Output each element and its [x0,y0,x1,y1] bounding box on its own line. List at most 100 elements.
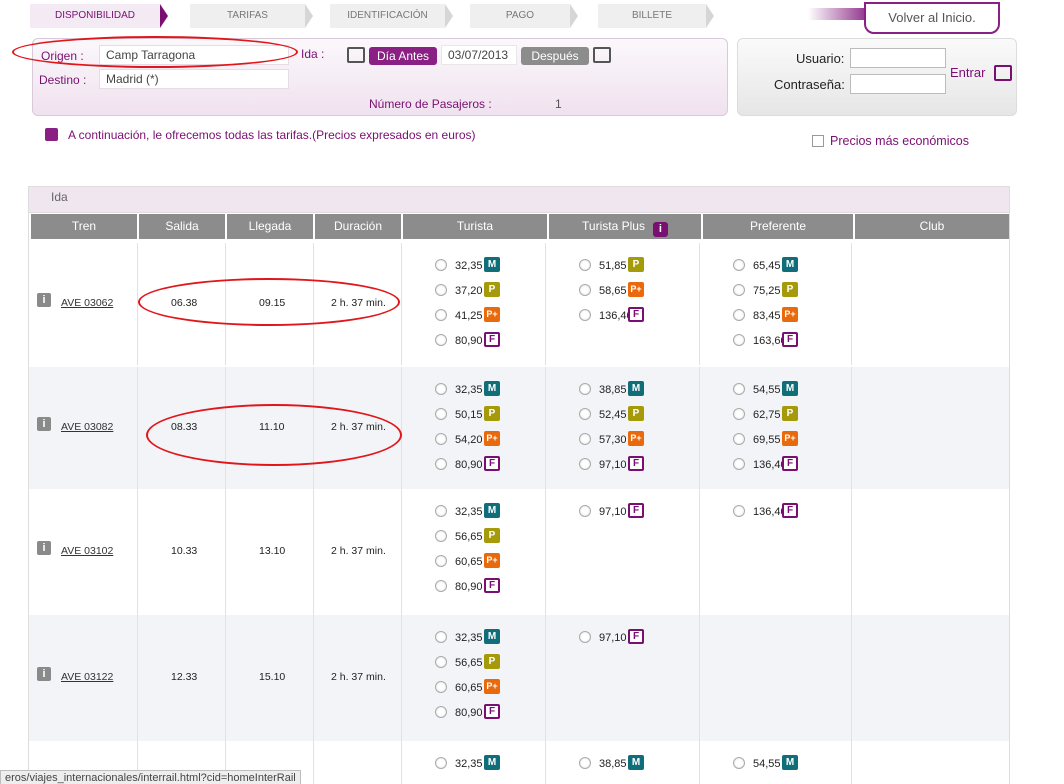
fare-option[interactable]: 83,45 P+ [733,307,798,327]
destino-field[interactable]: Madrid (*) [99,69,289,89]
fare-option[interactable]: 38,85 M [579,755,644,775]
fare-option[interactable]: 97,10 F [579,456,644,476]
fare-radio[interactable] [579,309,591,321]
fare-radio[interactable] [435,631,447,643]
train-info-icon[interactable]: i [37,667,51,681]
cheapest-option[interactable]: Precios más económicos [812,134,969,148]
fare-option[interactable]: 32,35 M [435,755,500,775]
password-input[interactable] [850,74,946,94]
fare-radio[interactable] [435,259,447,271]
info-icon[interactable]: i [652,222,668,237]
fare-radio[interactable] [733,284,745,296]
fare-option[interactable]: 58,65 P+ [579,282,644,302]
fare-radio[interactable] [435,505,447,517]
fare-option[interactable]: 57,30 P+ [579,431,644,451]
fare-radio[interactable] [733,408,745,420]
fare-option[interactable]: 32,35 M [435,381,500,401]
fare-radio[interactable] [435,433,447,445]
fare-option[interactable]: 75,25 P [733,282,798,302]
fare-option[interactable]: 136,40F [733,456,798,476]
fare-radio[interactable] [435,530,447,542]
next-day-button[interactable]: Después [521,47,589,65]
fare-option[interactable]: 50,15 P [435,406,500,426]
fare-radio[interactable] [579,631,591,643]
step-identificacion[interactable]: IDENTIFICACIÓN [330,4,453,28]
fare-radio[interactable] [579,757,591,769]
login-icon[interactable] [994,65,1012,81]
fare-radio[interactable] [733,259,745,271]
fare-option[interactable]: 80,90 F [435,578,500,598]
fare-radio[interactable] [579,433,591,445]
fare-option[interactable]: 37,20 P [435,282,500,302]
train-link[interactable]: AVE 03102 [61,545,113,557]
fare-option[interactable]: 80,90 F [435,456,500,476]
fare-radio[interactable] [435,681,447,693]
fare-option[interactable]: 41,25 P+ [435,307,500,327]
fare-option[interactable]: 32,35 M [435,503,500,523]
fare-radio[interactable] [435,334,447,346]
fare-radio[interactable] [435,656,447,668]
cheapest-checkbox[interactable] [812,135,824,147]
fare-option[interactable]: 69,55 P+ [733,431,798,451]
fare-radio[interactable] [579,458,591,470]
train-link[interactable]: AVE 03082 [61,421,113,433]
fare-option[interactable]: 60,65 P+ [435,679,500,699]
train-info-icon[interactable]: i [37,541,51,555]
fare-option[interactable]: 54,55 M [733,755,798,775]
fare-option[interactable]: 136,40F [579,307,644,327]
date-field[interactable]: 03/07/2013 [441,45,517,65]
fare-radio[interactable] [435,284,447,296]
step-disponibilidad[interactable]: DISPONIBILIDAD [30,4,168,28]
step-tarifas[interactable]: TARIFAS [190,4,313,28]
home-button[interactable]: Volver al Inicio. [864,2,1000,34]
fare-option[interactable]: 80,90 F [435,332,500,352]
train-link[interactable]: AVE 03062 [61,297,113,309]
fare-option[interactable]: 52,45 P [579,406,644,426]
fare-option[interactable]: 62,75 P [733,406,798,426]
fare-radio[interactable] [435,555,447,567]
next-day-icon[interactable] [593,47,611,63]
fare-option[interactable]: 80,90 F [435,704,500,724]
fare-option[interactable]: 56,65 P [435,654,500,674]
fare-radio[interactable] [579,259,591,271]
fare-radio[interactable] [733,458,745,470]
fare-radio[interactable] [733,334,745,346]
fare-radio[interactable] [435,309,447,321]
usuario-input[interactable] [850,48,946,68]
fare-radio[interactable] [733,309,745,321]
fare-option[interactable]: 32,35 M [435,257,500,277]
fare-radio[interactable] [579,505,591,517]
fare-option[interactable]: 38,85 M [579,381,644,401]
train-link[interactable]: AVE 03122 [61,671,113,683]
prev-day-icon[interactable] [347,47,365,63]
fare-radio[interactable] [435,408,447,420]
fare-option[interactable]: 163,60F [733,332,798,352]
fare-option[interactable]: 97,10 F [579,629,644,649]
fare-radio[interactable] [733,433,745,445]
prev-day-button[interactable]: Día Antes [369,47,437,65]
step-billete[interactable]: BILLETE [598,4,714,28]
fare-radio[interactable] [435,706,447,718]
fare-option[interactable]: 56,65 P [435,528,500,548]
fare-option[interactable]: 54,55 M [733,381,798,401]
fare-radio[interactable] [435,458,447,470]
fare-radio[interactable] [733,383,745,395]
step-pago[interactable]: PAGO [470,4,578,28]
fare-radio[interactable] [435,580,447,592]
fare-option[interactable]: 32,35 M [435,629,500,649]
fare-option[interactable]: 97,10 F [579,503,644,523]
fare-option[interactable]: 136,40F [733,503,798,523]
fare-option[interactable]: 60,65 P+ [435,553,500,573]
fare-radio[interactable] [435,383,447,395]
fare-radio[interactable] [733,505,745,517]
fare-option[interactable]: 54,20 P+ [435,431,500,451]
fare-radio[interactable] [579,408,591,420]
fare-radio[interactable] [579,383,591,395]
fare-option[interactable]: 51,85 P [579,257,644,277]
fare-radio[interactable] [579,284,591,296]
train-info-icon[interactable]: i [37,417,51,431]
fare-option[interactable]: 65,45 M [733,257,798,277]
fare-radio[interactable] [435,757,447,769]
train-info-icon[interactable]: i [37,293,51,307]
fare-radio[interactable] [733,757,745,769]
